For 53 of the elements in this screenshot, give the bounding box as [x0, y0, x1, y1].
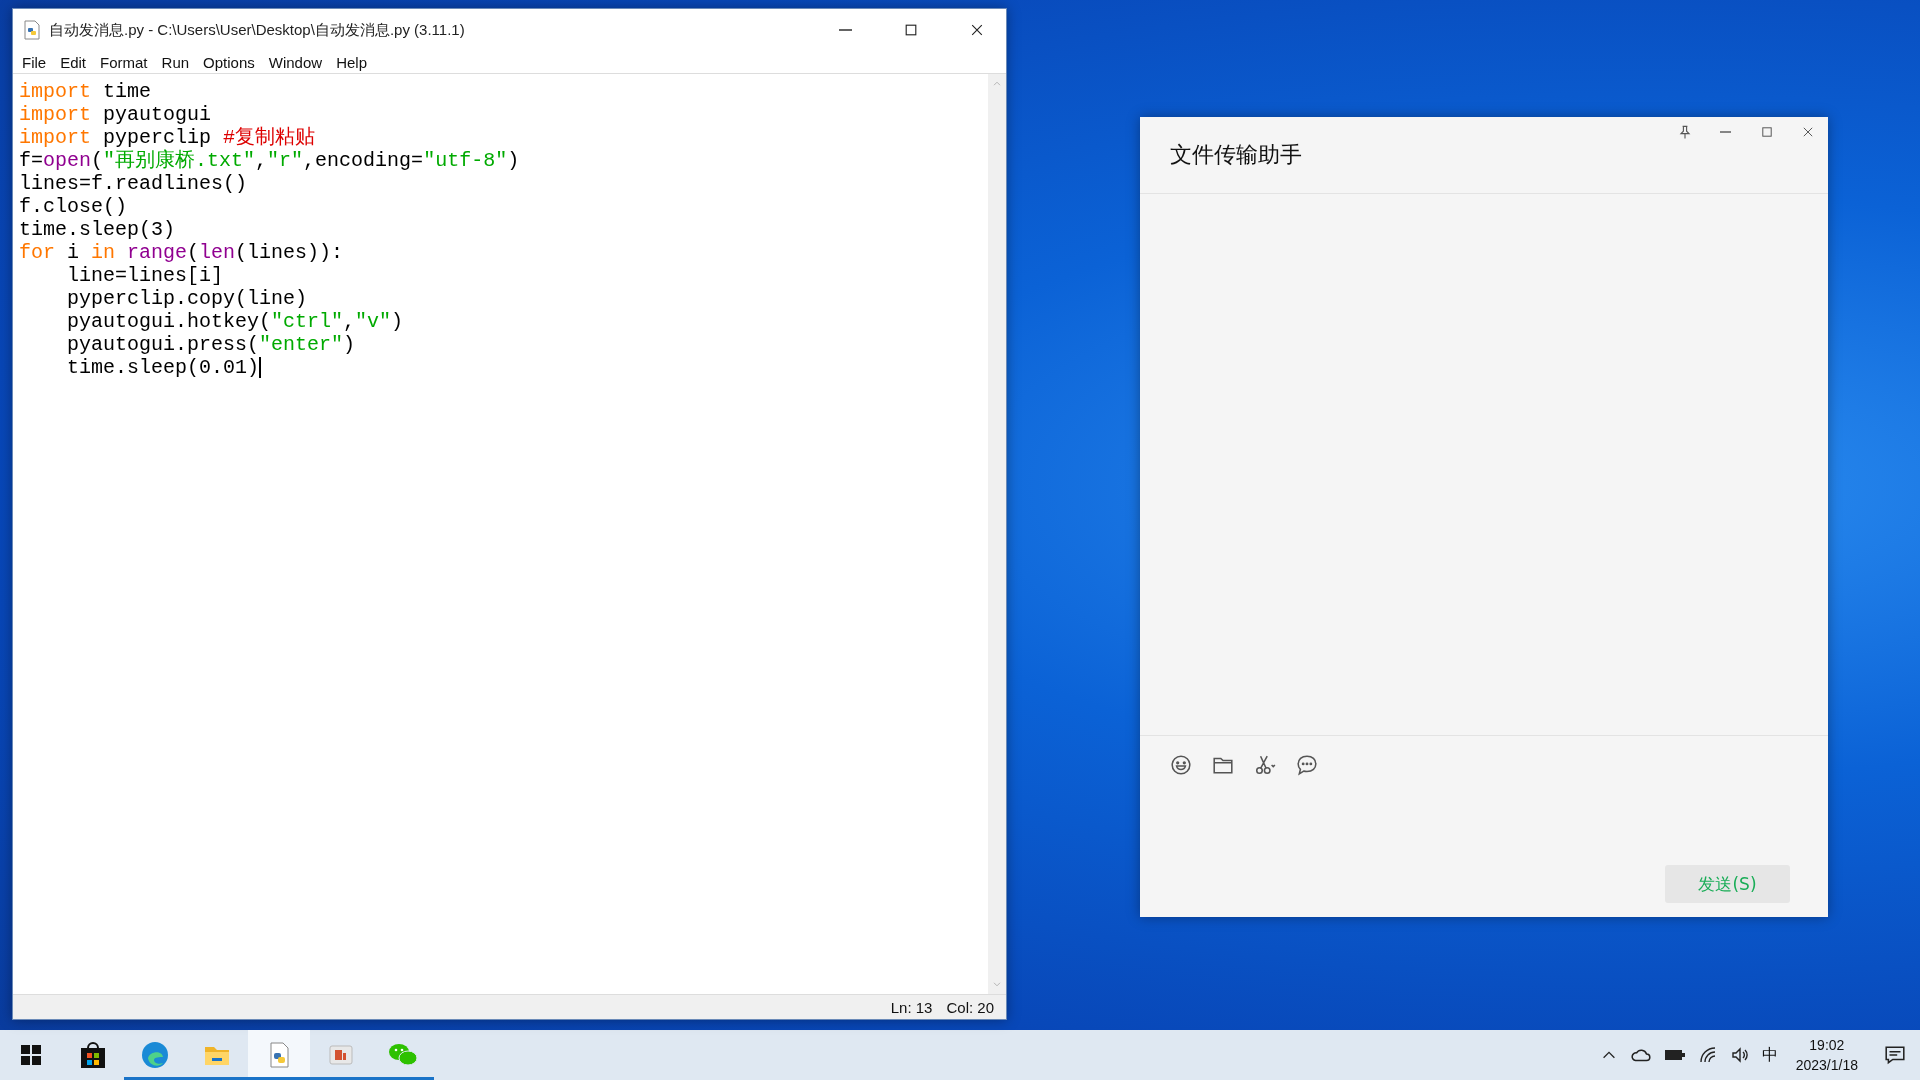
code-line: line=lines[i] — [66, 264, 225, 287]
code-line: lines=f.readlines() — [19, 172, 249, 195]
menu-item[interactable]: Edit — [53, 51, 94, 73]
code-line: f.close() — [19, 195, 129, 218]
scrollbar[interactable] — [988, 74, 1006, 994]
close-icon — [969, 22, 985, 38]
menu-item[interactable]: Help — [329, 51, 374, 73]
windows-logo-icon — [21, 1045, 41, 1065]
menu-item[interactable]: Format — [93, 51, 155, 73]
clock[interactable]: 19:02 2023/1/18 — [1795, 1035, 1858, 1075]
code-line: import pyautogui — [19, 103, 213, 126]
volume-button[interactable] — [1729, 1045, 1750, 1065]
code-line: pyperclip.copy(line) — [66, 287, 309, 310]
code-line: pyautogui.hotkey("ctrl","v") — [66, 310, 405, 333]
clock-time: 19:02 — [1809, 1036, 1845, 1055]
input-method-indicator[interactable]: 中 — [1761, 1044, 1778, 1066]
minimize-icon — [838, 29, 852, 31]
code-line: for i in range(len(lines)): — [19, 241, 345, 264]
clock-date: 2023/1/18 — [1795, 1056, 1858, 1075]
maximize-icon — [903, 22, 919, 38]
minimize-icon — [1720, 131, 1731, 133]
screenshot-button[interactable] — [1254, 754, 1276, 776]
menu-item[interactable]: File — [15, 51, 54, 73]
code-line: pyautogui.press("enter") — [66, 333, 357, 356]
code-line: import time — [19, 80, 153, 103]
menu-item[interactable]: Options — [196, 51, 262, 73]
notification-icon — [1884, 1044, 1906, 1066]
chat-history-button[interactable] — [1296, 754, 1318, 776]
shopping-bag-icon — [78, 1040, 108, 1070]
python-file-icon — [23, 20, 41, 40]
speech-bubble-icon — [1296, 754, 1318, 776]
menu-item[interactable]: Window — [261, 51, 330, 73]
window-title: 自动发消息.py - C:\Users\User\Desktop\自动发消息.py (3.11.1) — [49, 20, 466, 40]
battery-icon — [1663, 1048, 1686, 1062]
speaker-icon — [1729, 1045, 1750, 1065]
chat-title: 文件传输助手 — [1170, 141, 1302, 169]
wifi-icon — [1697, 1045, 1718, 1065]
notification-button[interactable] — [1884, 1044, 1906, 1066]
battery-button[interactable] — [1663, 1048, 1686, 1062]
menu-item[interactable]: Run — [154, 51, 197, 73]
maximize-icon — [1759, 125, 1774, 139]
emoji-button[interactable] — [1170, 754, 1192, 776]
text-caret — [259, 357, 262, 379]
smiley-icon — [1170, 754, 1192, 776]
network-button[interactable] — [1697, 1045, 1718, 1065]
browser-icon — [140, 1040, 170, 1070]
status-text: Col: 20 — [946, 998, 994, 1016]
code-line: import pyperclip #复制粘贴 — [19, 126, 317, 149]
code-line: f=open("再别康桥.txt","r",encoding="utf-8") — [19, 149, 521, 172]
status-text: Ln: 13 — [890, 998, 933, 1016]
scissors-icon — [1254, 754, 1276, 776]
code-line: time.sleep(3) — [19, 218, 177, 241]
code-line: time.sleep(0.01) — [66, 356, 263, 379]
